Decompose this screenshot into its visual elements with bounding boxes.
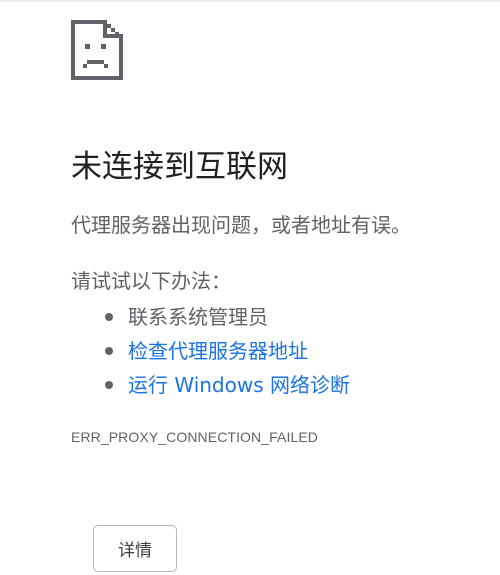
suggestions-heading: 请试试以下办法： [71,269,231,293]
suggestion-contact-admin: 联系系统管理员 [71,300,350,334]
suggestion-run-diagnostics[interactable]: 运行 Windows 网络诊断 [71,368,350,402]
suggestion-check-proxy[interactable]: 检查代理服务器地址 [71,334,350,368]
bullet-icon [105,347,113,355]
windows-network-diagnostics-link[interactable]: 运行 Windows 网络诊断 [128,373,350,397]
error-code: ERR_PROXY_CONNECTION_FAILED [71,429,318,445]
bullet-icon [105,381,113,389]
check-proxy-link[interactable]: 检查代理服务器地址 [128,339,308,363]
details-button[interactable]: 详情 [93,525,177,572]
page-title: 未连接到互联网 [71,149,288,185]
suggestion-label: 联系系统管理员 [128,305,268,329]
top-divider [0,0,500,2]
broken-page-icon [71,20,123,80]
error-description: 代理服务器出现问题，或者地址有误。 [71,213,411,237]
bullet-icon [105,313,113,321]
suggestions-list: 联系系统管理员 检查代理服务器地址 运行 Windows 网络诊断 [71,300,350,402]
